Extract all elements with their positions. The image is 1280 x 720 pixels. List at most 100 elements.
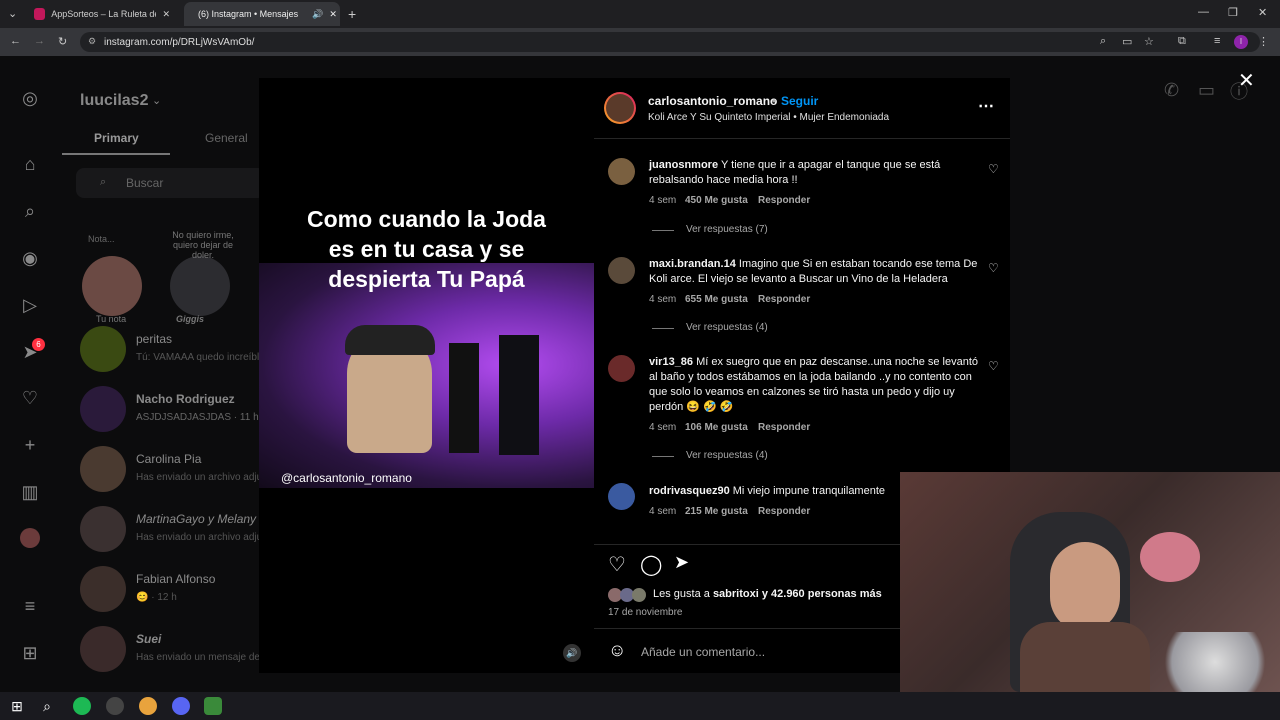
reply-button[interactable]: Responder (758, 422, 810, 433)
thread-name[interactable]: Fabian Alfonso (136, 572, 215, 586)
view-replies-button[interactable]: Ver respuestas (7) (686, 224, 768, 235)
volume-icon[interactable]: 🔊 (563, 644, 581, 662)
spotify-icon[interactable] (73, 697, 91, 715)
search-placeholder: Buscar (126, 176, 164, 190)
view-replies-button[interactable]: Ver respuestas (4) (686, 450, 768, 461)
more-options-icon[interactable]: ⋯ (978, 96, 994, 116)
notification-badge: 6 (32, 338, 45, 351)
comment: vir13_86 Mí ex suegro que en paz descans… (649, 355, 979, 415)
reply-button[interactable]: Responder (758, 506, 810, 517)
note-avatar[interactable] (170, 256, 230, 316)
separator-dot: • (772, 94, 777, 108)
thread-name[interactable]: peritas (136, 332, 172, 346)
profile-avatar[interactable] (20, 528, 40, 548)
site-info-icon[interactable]: ⚙ (88, 36, 96, 47)
tab-general[interactable]: General (205, 131, 248, 145)
tinsel-decoration (1150, 632, 1280, 692)
chevron-down-icon[interactable]: ⌄ (152, 94, 161, 107)
reply-button[interactable]: Responder (758, 195, 810, 206)
divider (652, 230, 674, 231)
back-icon[interactable]: ← (10, 35, 21, 47)
reply-button[interactable]: Responder (758, 294, 810, 305)
search-icon[interactable]: ⌕ (38, 697, 56, 715)
app-icon[interactable] (106, 697, 124, 715)
comment-input[interactable]: Añade un comentario... (641, 645, 765, 659)
heart-icon[interactable]: ♡ (988, 261, 999, 275)
tab-instagram[interactable]: (6) Instagram • Mensajes 🔊 ✕ (184, 2, 340, 26)
avatar[interactable] (608, 158, 635, 185)
follow-button[interactable]: Seguir (781, 94, 818, 108)
media-icon[interactable]: ≡ (1214, 35, 1220, 47)
thread-name[interactable]: Carolina Pia (136, 452, 201, 466)
profile-avatar[interactable]: I (1234, 35, 1248, 49)
search-icon[interactable]: ⌕ (18, 199, 42, 223)
avatar[interactable] (608, 483, 635, 510)
chrome-icon[interactable] (139, 697, 157, 715)
instagram-logo-icon[interactable]: ◎ (18, 86, 42, 110)
windows-start-icon[interactable]: ⊞ (8, 697, 26, 715)
heart-icon[interactable]: ♡ (18, 386, 42, 410)
heart-icon[interactable]: ♡ (988, 162, 999, 176)
home-icon[interactable]: ⌂ (18, 152, 42, 176)
search-input[interactable]: ⌕ Buscar (76, 168, 266, 198)
video-caption: Como cuando la Joda es en tu casa y se d… (307, 206, 546, 292)
comment-username[interactable]: maxi.brandan.14 (649, 258, 736, 270)
cast-icon[interactable]: ▭ (1122, 35, 1132, 48)
dashboard-icon[interactable]: ▥ (18, 480, 42, 504)
comment-username[interactable]: juanosnmore (649, 159, 718, 171)
extensions-icon[interactable]: ⧉ (1178, 35, 1186, 48)
like-heart-icon[interactable]: ♡ (608, 552, 626, 577)
note-avatar[interactable] (82, 256, 142, 316)
menu-kebab-icon[interactable]: ⋮ (1258, 35, 1269, 48)
view-replies-button[interactable]: Ver respuestas (4) (686, 322, 768, 333)
apps-icon[interactable]: ⊞ (18, 641, 42, 665)
restore-icon[interactable]: ❐ (1228, 6, 1238, 19)
reels-icon[interactable]: ▷ (18, 293, 42, 317)
comment-likes[interactable]: 450 Me gusta (685, 195, 748, 206)
forward-icon[interactable]: → (34, 35, 45, 47)
audio-track[interactable]: Koli Arce Y Su Quinteto Imperial • Mujer… (648, 112, 889, 123)
share-icon[interactable]: ➤ (674, 552, 689, 573)
zoom-icon[interactable]: ⌕ (1100, 35, 1106, 48)
explore-icon[interactable]: ◉ (18, 246, 42, 270)
avatar[interactable] (608, 257, 635, 284)
thread-preview: Has enviado un archivo adju (136, 532, 263, 543)
author-username[interactable]: carlosantonio_romano (648, 94, 777, 108)
new-tab-icon[interactable]: + (348, 6, 356, 22)
author-avatar[interactable] (604, 92, 636, 124)
comment-icon[interactable]: ◯ (640, 552, 662, 577)
heart-icon[interactable]: ♡ (988, 359, 999, 373)
thread-name[interactable]: MartinaGayo y Melany (136, 512, 256, 526)
tab-search-icon[interactable]: ⌄ (8, 7, 17, 20)
likes-user[interactable]: sabritoxi (713, 588, 759, 600)
webcam-person (1050, 542, 1120, 632)
reload-icon[interactable]: ↻ (58, 35, 67, 48)
avatar[interactable] (608, 355, 635, 382)
phone-icon[interactable]: ✆ (1164, 80, 1179, 101)
comment-username[interactable]: rodrivasquez90 (649, 485, 730, 497)
window-close-icon[interactable]: ✕ (1258, 6, 1267, 19)
thread-name[interactable]: Nacho Rodriguez (136, 392, 235, 406)
bookmark-star-icon[interactable]: ☆ (1144, 35, 1154, 48)
minecraft-icon[interactable] (204, 697, 222, 715)
comment-likes[interactable]: 106 Me gusta (685, 422, 748, 433)
tab-primary[interactable]: Primary (94, 131, 139, 145)
create-icon[interactable]: + (18, 433, 42, 457)
comment-likes[interactable]: 655 Me gusta (685, 294, 748, 305)
thread-name[interactable]: Suei (136, 632, 161, 646)
comment-username[interactable]: vir13_86 (649, 356, 693, 368)
likes-count[interactable]: y 42.960 personas más (759, 588, 882, 600)
video-call-icon[interactable]: ▭ (1198, 80, 1215, 101)
likes-summary[interactable]: Les gusta a sabritoxi y 42.960 personas … (653, 588, 882, 600)
account-username[interactable]: luucilas2 (80, 92, 148, 110)
close-icon[interactable]: ✕ (162, 9, 170, 20)
emoji-icon[interactable]: ☺ (608, 640, 626, 661)
tab-appsorteos[interactable]: AppSorteos – La Ruleta de la Su ✕ (26, 2, 178, 26)
close-icon[interactable]: ✕ (329, 9, 337, 20)
address-bar[interactable]: ⚙ instagram.com/p/DRLjWsVAmOb/ ⌕ ▭ ☆ ⧉ ≡… (80, 32, 1269, 52)
more-menu-icon[interactable]: ≡ (18, 594, 42, 618)
minimize-icon[interactable]: — (1198, 6, 1209, 18)
comment-likes[interactable]: 215 Me gusta (685, 506, 748, 517)
close-modal-icon[interactable]: ✕ (1238, 68, 1255, 93)
discord-icon[interactable] (172, 697, 190, 715)
